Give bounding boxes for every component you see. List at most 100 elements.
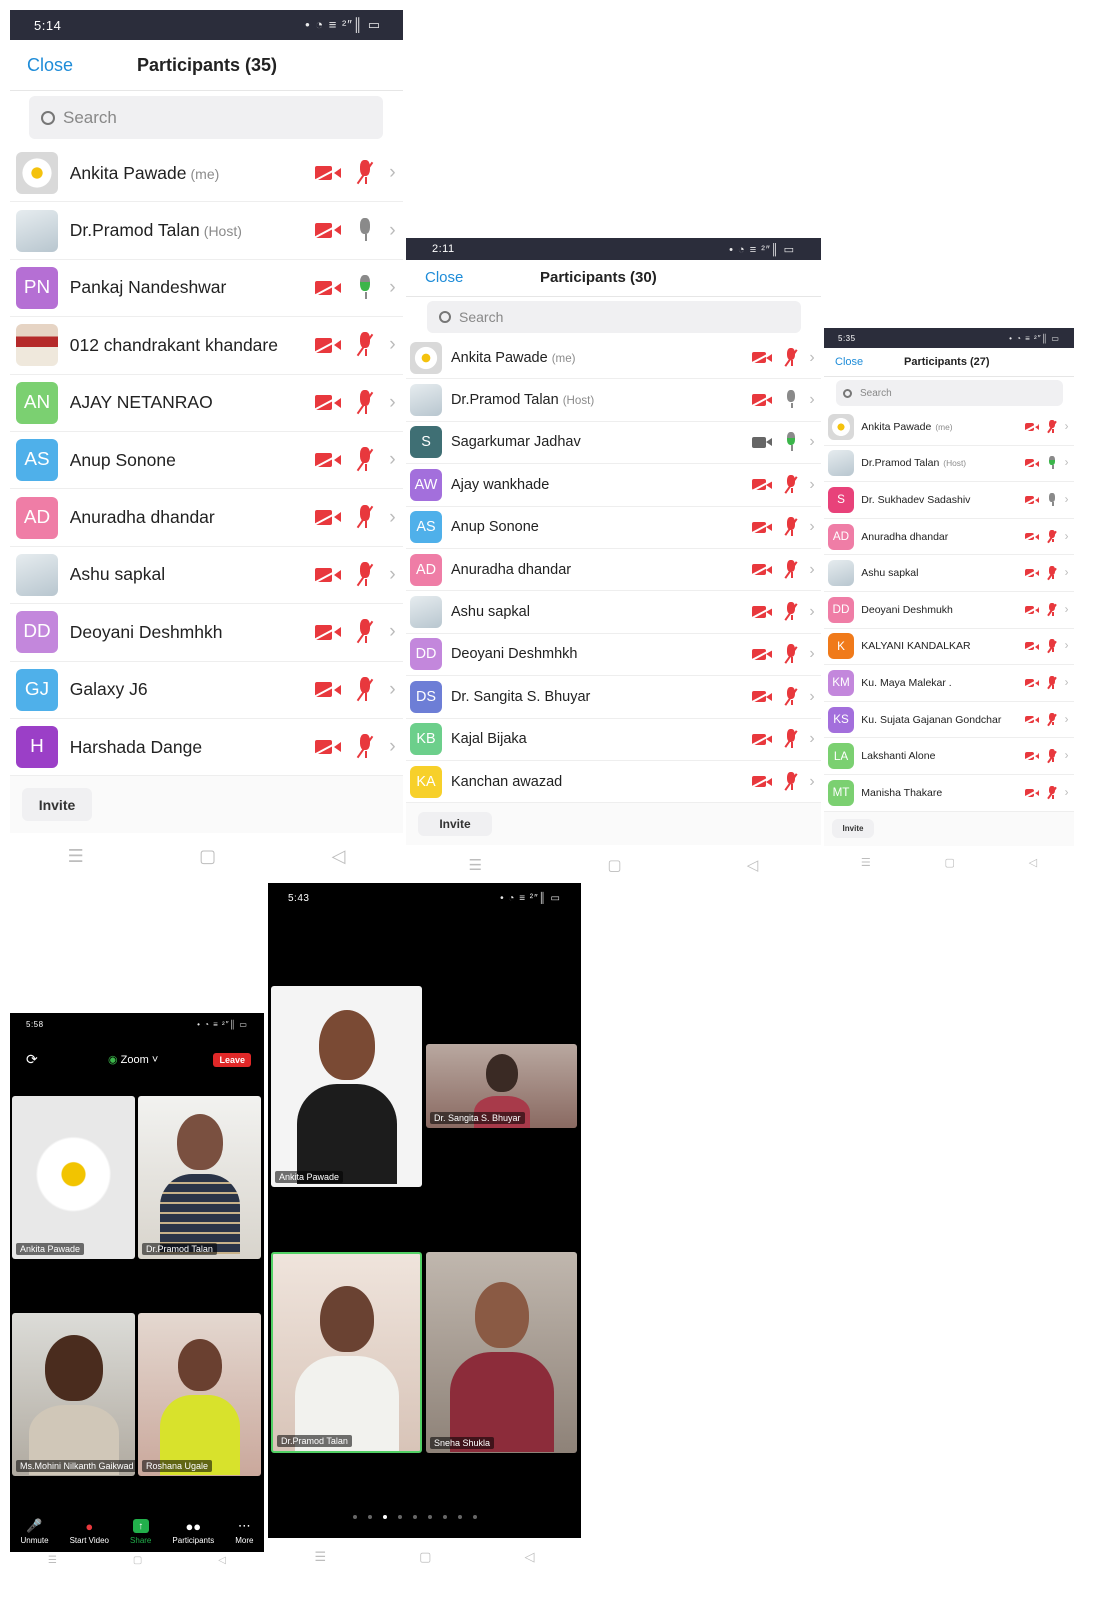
participant-row[interactable]: PN Pankaj Nandeshwar › — [10, 260, 403, 318]
participant-row[interactable]: Dr.Pramod Talan (Host) › — [824, 446, 1074, 483]
video-tile[interactable]: Dr. Sangita S. Bhuyar — [426, 1044, 577, 1128]
participant-row[interactable]: AN AJAY NETANRAO › — [10, 375, 403, 432]
invite-button[interactable]: Invite — [22, 788, 92, 822]
home-icon[interactable]: ▢ — [945, 856, 955, 869]
video-off-icon — [1023, 677, 1040, 689]
participant-name: Deoyani Deshmhkh — [70, 622, 315, 643]
video-tile[interactable]: Ankita Pawade — [12, 1096, 135, 1259]
participant-row[interactable]: GJ Galaxy J6 › — [10, 662, 403, 719]
participant-row[interactable]: KA Kanchan awazad › — [406, 761, 821, 804]
video-off-icon — [751, 477, 773, 493]
menu-icon[interactable]: ☰ — [68, 846, 84, 867]
back-icon[interactable]: ◁ — [331, 846, 345, 867]
participant-row[interactable]: 012 chandrakant khandare › — [10, 317, 403, 375]
participant-row[interactable]: AD Anuradha dhandar › — [824, 519, 1074, 556]
menu-icon[interactable]: ☰ — [861, 856, 871, 869]
mic-muted-icon — [352, 504, 378, 531]
switch-camera-icon[interactable]: ⟳ — [26, 1051, 38, 1068]
participant-row[interactable]: Ashu sapkal › — [406, 591, 821, 634]
mic-icon — [352, 274, 378, 301]
mic-muted-icon — [1045, 675, 1059, 690]
tile-name: Ms.Mohini Nilkanth Gaikwad — [16, 1460, 135, 1472]
video-tile[interactable]: Ankita Pawade — [271, 986, 422, 1187]
home-icon[interactable]: ▢ — [419, 1549, 431, 1565]
participants-button[interactable]: ●● Participants — [172, 1519, 214, 1546]
invite-button[interactable]: Invite — [418, 812, 492, 837]
participant-name: Anuradha dhandar — [70, 507, 315, 528]
participant-row[interactable]: KM Ku. Maya Malekar . › — [824, 665, 1074, 702]
menu-icon[interactable]: ☰ — [48, 1555, 57, 1566]
avatar: H — [16, 726, 58, 769]
status-time: 2:11 — [432, 243, 455, 255]
video-tile[interactable]: Roshana Ugale — [138, 1313, 261, 1476]
search-input[interactable]: Search — [427, 301, 801, 333]
back-icon[interactable]: ◁ — [218, 1555, 226, 1566]
participant-row[interactable]: KS Ku. Sujata Gajanan Gondchar › — [824, 702, 1074, 739]
participant-row[interactable]: K KALYANI KANDALKAR › — [824, 629, 1074, 666]
video-off-icon — [1023, 751, 1040, 762]
leave-button[interactable]: Leave — [213, 1053, 251, 1067]
participant-row[interactable]: AD Anuradha dhandar › — [406, 549, 821, 592]
home-icon[interactable]: ▢ — [133, 1555, 142, 1566]
participant-row[interactable]: H Harshada Dange › — [10, 719, 403, 777]
back-icon[interactable]: ◁ — [524, 1549, 534, 1565]
participant-row[interactable]: AW Ajay wankhade › — [406, 464, 821, 507]
participant-row[interactable]: Ashu sapkal › — [824, 555, 1074, 592]
participant-row[interactable]: Ankita Pawade (me) › — [10, 145, 403, 203]
mic-muted-icon — [781, 559, 801, 580]
menu-icon[interactable]: ☰ — [469, 856, 482, 874]
video-tile[interactable]: Ms.Mohini Nilkanth Gaikwad — [12, 1313, 135, 1476]
share-button[interactable]: ↑ Share — [130, 1519, 151, 1545]
invite-button[interactable]: Invite — [832, 819, 874, 839]
search-wrap: Search — [406, 297, 821, 337]
participant-row[interactable]: S Dr. Sukhadev Sadashiv › — [824, 482, 1074, 519]
close-button[interactable]: Close — [835, 356, 863, 368]
chevron-right-icon: › — [389, 563, 396, 585]
participant-role-tag: (me) — [551, 351, 576, 365]
participant-row[interactable]: AS Anup Sonone › — [406, 507, 821, 549]
home-icon[interactable]: ▢ — [607, 856, 621, 874]
participant-row[interactable]: DD Deoyani Deshmhkh › — [10, 604, 403, 662]
more-button[interactable]: ⋯ More — [235, 1518, 253, 1545]
page-indicator[interactable] — [353, 1515, 477, 1519]
participant-name-text: Deoyani Deshmhkh — [450, 646, 578, 663]
video-tile[interactable]: Sneha Shukla — [426, 1252, 577, 1453]
participant-row[interactable]: DD Deoyani Deshmukh › — [824, 592, 1074, 629]
participant-row[interactable]: S Sagarkumar Jadhav › — [406, 422, 821, 465]
page-title: Participants (30) — [540, 269, 657, 286]
close-button[interactable]: Close — [425, 269, 463, 286]
avatar: AS — [410, 511, 442, 544]
participant-row[interactable]: DS Dr. Sangita S. Bhuyar › — [406, 676, 821, 719]
participant-row[interactable]: DD Deoyani Deshmhkh › — [406, 634, 821, 677]
participant-row[interactable]: Ankita Pawade (me) › — [406, 337, 821, 380]
participant-row[interactable]: AD Anuradha dhandar › — [10, 489, 403, 547]
avatar: AW — [410, 468, 442, 501]
participant-row[interactable]: Ankita Pawade (me) › — [824, 409, 1074, 446]
back-icon[interactable]: ◁ — [1029, 856, 1037, 869]
back-icon[interactable]: ◁ — [747, 856, 759, 874]
participant-row[interactable]: Ashu sapkal › — [10, 547, 403, 605]
video-off-icon — [313, 163, 342, 184]
participant-row[interactable]: LA Lakshanti Alone › — [824, 738, 1074, 775]
participant-row[interactable]: Dr.Pramod Talan (Host) › — [10, 202, 403, 260]
participant-row[interactable]: Dr.Pramod Talan (Host) › — [406, 379, 821, 422]
mic-muted-icon: 🎤 — [26, 1518, 43, 1533]
participant-name-text: Dr.Pramod Talan — [450, 392, 559, 409]
avatar: GJ — [16, 668, 58, 711]
unmute-button[interactable]: 🎤 Unmute — [21, 1518, 49, 1545]
chevron-down-icon: ˅ — [151, 1054, 159, 1066]
video-tile[interactable]: Dr.Pramod Talan — [271, 1252, 422, 1453]
participant-row[interactable]: AS Anup Sonone › — [10, 432, 403, 490]
search-input[interactable]: Search — [836, 380, 1063, 406]
start-video-button[interactable]: ● Start Video — [70, 1519, 109, 1546]
search-input[interactable]: Search — [29, 96, 383, 139]
participant-row[interactable]: KB Kajal Bijaka › — [406, 719, 821, 761]
tile-name: Dr.Pramod Talan — [277, 1435, 352, 1447]
close-button[interactable]: Close — [27, 55, 73, 76]
menu-icon[interactable]: ☰ — [315, 1549, 327, 1565]
video-tile[interactable]: Dr.Pramod Talan — [138, 1096, 261, 1259]
home-icon[interactable]: ▢ — [199, 846, 216, 867]
participant-name-text: Anuradha dhandar — [450, 561, 572, 578]
meeting-info-button[interactable]: ◉ Zoom ˅ — [108, 1053, 158, 1066]
participant-row[interactable]: MT Manisha Thakare › — [824, 775, 1074, 812]
